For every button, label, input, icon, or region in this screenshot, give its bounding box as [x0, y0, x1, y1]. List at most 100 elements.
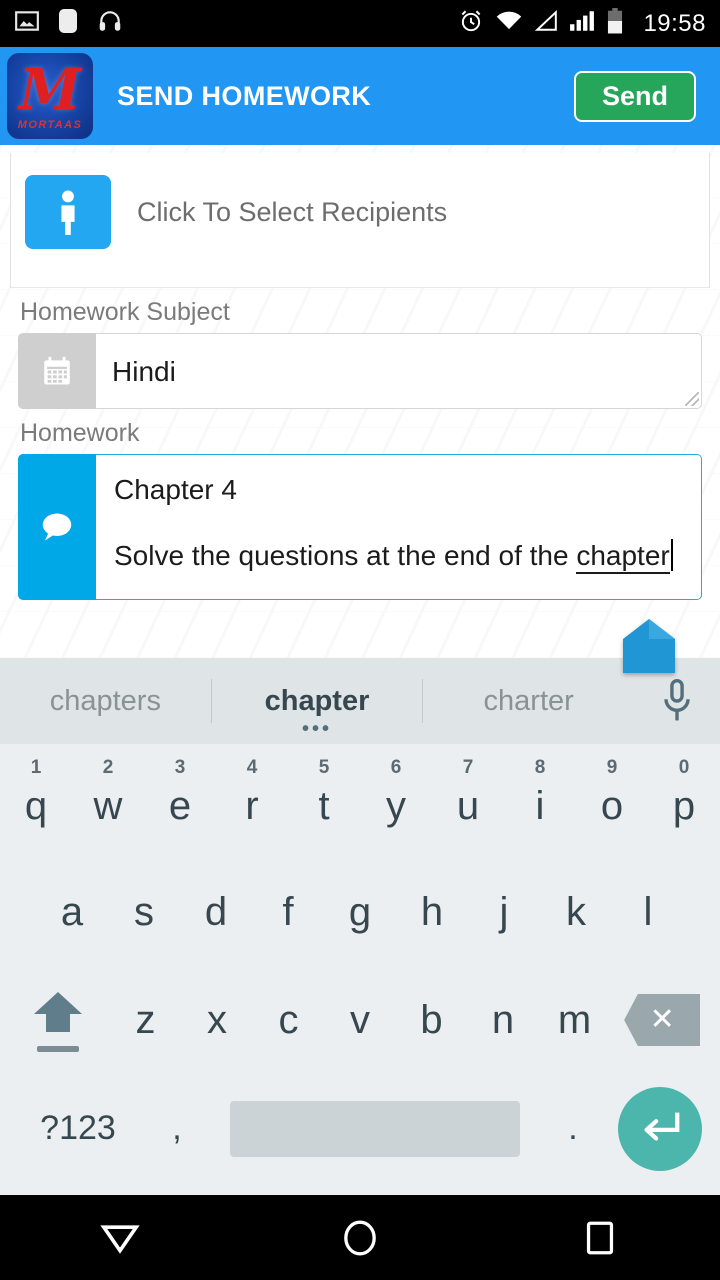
symbols-key[interactable]: ?123: [18, 1109, 138, 1148]
suggestion-2[interactable]: charter: [423, 685, 634, 718]
person-icon: [25, 175, 111, 249]
key-n[interactable]: n: [467, 1000, 539, 1040]
shift-icon: [30, 988, 86, 1052]
homework-line-2: Solve the questions at the end of the ch…: [114, 535, 683, 577]
key-l[interactable]: l: [614, 892, 682, 932]
shift-key[interactable]: [6, 988, 110, 1052]
homework-label: Homework: [20, 419, 140, 447]
key-m[interactable]: m: [539, 1000, 611, 1040]
navigation-bar: [0, 1195, 720, 1280]
page-title: SEND HOMEWORK: [117, 80, 372, 111]
key-t-number: 5: [318, 756, 330, 778]
key-w-number: 2: [102, 756, 114, 778]
text-cursor-handle[interactable]: [621, 617, 677, 675]
recipients-label: Click To Select Recipients: [137, 196, 448, 227]
battery-icon: [606, 8, 624, 39]
status-bar-clock: 19:58: [643, 9, 706, 37]
comma-key[interactable]: ,: [138, 1109, 216, 1148]
enter-key[interactable]: [618, 1086, 702, 1171]
headphones-icon: [96, 8, 124, 39]
key-u-letter: u: [456, 783, 480, 828]
recipients-row[interactable]: Click To Select Recipients: [25, 175, 695, 249]
home-circle-icon[interactable]: [300, 1218, 420, 1258]
chat-bubble-icon: [18, 454, 96, 600]
key-o[interactable]: 9 o: [576, 758, 648, 828]
subject-label: Homework Subject: [20, 298, 230, 326]
key-p-number: 0: [678, 756, 690, 778]
key-w[interactable]: 2 w: [72, 758, 144, 826]
key-y-number: 6: [390, 756, 402, 778]
key-o-letter: o: [600, 783, 624, 828]
recents-square-icon[interactable]: [540, 1218, 660, 1258]
key-r[interactable]: 4 r: [216, 758, 288, 828]
backspace-key[interactable]: ✕: [610, 994, 714, 1046]
key-i[interactable]: 8 i: [504, 758, 576, 828]
key-t[interactable]: 5 t: [288, 758, 360, 828]
key-f[interactable]: f: [254, 892, 322, 932]
key-z[interactable]: z: [110, 1000, 182, 1040]
key-o-number: 9: [606, 756, 618, 778]
key-u-number: 7: [462, 756, 474, 778]
calendar-icon: [18, 333, 96, 409]
homework-line-1: Chapter 4: [114, 474, 237, 505]
key-q[interactable]: 1 q: [0, 758, 72, 826]
key-j[interactable]: j: [470, 892, 538, 932]
space-key[interactable]: [230, 1100, 520, 1157]
key-p[interactable]: 0 p: [648, 758, 720, 828]
suggestion-1[interactable]: chapter •••: [212, 685, 423, 739]
suggestion-more-dots: •••: [302, 717, 333, 740]
app-logo-brand: MORTAAS: [17, 119, 83, 131]
subject-field-wrap[interactable]: Hindi: [18, 333, 702, 409]
key-q-number: 1: [30, 756, 42, 778]
key-c[interactable]: c: [253, 1000, 325, 1040]
key-v[interactable]: v: [324, 1000, 396, 1040]
backspace-glyph: ✕: [649, 1003, 675, 1036]
key-e-letter: e: [168, 783, 192, 828]
subject-input[interactable]: Hindi: [96, 333, 702, 409]
key-e[interactable]: 3 e: [144, 758, 216, 828]
phone-screen: 19:58 M MORTAAS SEND HOMEWORK Send Click…: [0, 0, 720, 1280]
status-bar-right-icons: 19:58: [458, 8, 706, 39]
signal-bars-icon: [569, 10, 595, 37]
key-b[interactable]: b: [396, 1000, 468, 1040]
image-icon: [14, 8, 40, 39]
alarm-icon: [458, 8, 484, 39]
app-logo-letter: M: [19, 57, 81, 123]
form-content: Click To Select Recipients Homework Subj…: [0, 145, 720, 658]
key-k[interactable]: k: [542, 892, 610, 932]
status-bar: 19:58: [0, 0, 720, 47]
key-g[interactable]: g: [326, 892, 394, 932]
app-bar: M MORTAAS SEND HOMEWORK Send: [0, 47, 720, 145]
recipients-card[interactable]: Click To Select Recipients: [10, 153, 710, 288]
key-i-letter: i: [535, 783, 545, 828]
key-u[interactable]: 7 u: [432, 758, 504, 828]
backspace-icon: ✕: [624, 994, 701, 1046]
suggestion-0[interactable]: chapters: [0, 685, 211, 718]
key-x[interactable]: x: [181, 1000, 253, 1040]
keyboard-row-1: 1 q 2 w 3 e 4 r 5 t 6 y 7 u 8 i 9 o 0 p: [0, 744, 720, 859]
keyboard-row-3: z x c v b n m ✕: [0, 964, 720, 1076]
hide-keyboard-icon[interactable]: [60, 1220, 180, 1256]
shift-lock-bar: [36, 1046, 79, 1052]
key-y[interactable]: 6 y: [360, 758, 432, 826]
app-notification-icon: [56, 7, 80, 40]
resize-handle[interactable]: [685, 392, 699, 406]
homework-field-wrap[interactable]: Chapter 4 Solve the questions at the end…: [18, 454, 702, 600]
homework-textarea[interactable]: Chapter 4 Solve the questions at the end…: [96, 454, 702, 600]
enter-icon: [637, 1106, 683, 1151]
wifi-icon: [495, 10, 523, 37]
key-s[interactable]: s: [110, 892, 178, 932]
microphone-icon[interactable]: [634, 679, 720, 723]
key-h[interactable]: h: [398, 892, 466, 932]
key-r-letter: r: [245, 783, 259, 828]
send-button[interactable]: Send: [573, 70, 696, 122]
key-a[interactable]: a: [38, 892, 106, 932]
key-d[interactable]: d: [182, 892, 250, 932]
keyboard-row-4: ?123 , .: [0, 1076, 720, 1181]
period-key[interactable]: .: [534, 1109, 612, 1148]
key-p-letter: p: [672, 783, 696, 828]
key-t-letter: t: [318, 783, 330, 828]
key-i-number: 8: [534, 756, 546, 778]
suggestion-bar: chapters chapter ••• charter: [0, 658, 720, 744]
homework-line-2-prefix: Solve the questions at the end of the: [114, 540, 577, 571]
